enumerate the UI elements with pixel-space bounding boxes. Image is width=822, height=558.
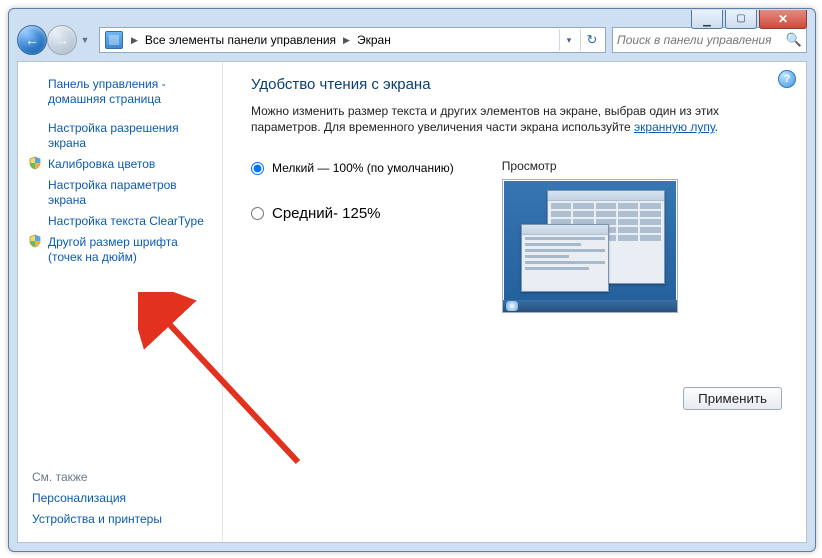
breadcrumb-sep-icon: ▶ (128, 35, 141, 46)
nav-history-dropdown[interactable]: ▼ (77, 30, 93, 50)
help-icon: ? (784, 73, 791, 85)
main-panel: ? Удобство чтения с экрана Можно изменит… (223, 62, 806, 542)
search-icon: 🔍 (786, 32, 802, 48)
scale-label-medium: Средний- 125% (272, 205, 381, 222)
nav-back-button[interactable]: ← (17, 25, 47, 55)
related-personalization[interactable]: Персонализация (32, 488, 210, 509)
scale-option-medium[interactable]: Средний- 125% (251, 205, 454, 222)
minimize-icon: ▁ (703, 17, 711, 27)
maximize-button[interactable]: ▢ (725, 10, 757, 29)
sidebar-home-link[interactable]: Панель управления - домашняя страница (32, 74, 210, 110)
arrow-right-icon: → (55, 32, 69, 48)
scale-label-small: Мелкий — 100% (по умолчанию) (272, 161, 454, 175)
scale-radio-medium[interactable] (251, 207, 264, 220)
related-devices-printers[interactable]: Устройства и принтеры (32, 509, 210, 530)
chevron-down-icon: ▼ (81, 35, 90, 45)
sidebar-item-display-settings[interactable]: Настройка параметров экрана (32, 175, 210, 211)
apply-button[interactable]: Применить (683, 387, 782, 410)
breadcrumb-item[interactable]: Все элементы панели управления (143, 33, 338, 47)
arrow-left-icon: ← (25, 32, 39, 48)
close-button[interactable]: ✕ (759, 10, 807, 29)
maximize-icon: ▢ (736, 14, 745, 24)
shield-icon (28, 234, 42, 248)
sidebar-item-resolution[interactable]: Настройка разрешения экрана (32, 118, 210, 154)
breadcrumb-item[interactable]: Экран (355, 33, 393, 47)
scale-radio-small[interactable] (251, 162, 264, 175)
close-icon: ✕ (778, 13, 788, 25)
sidebar-item-dpi[interactable]: Другой размер шрифта (точек на дюйм) (32, 232, 210, 268)
refresh-icon: ↻ (587, 32, 598, 48)
shield-icon (28, 156, 42, 170)
sidebar-item-cleartype[interactable]: Настройка текста ClearType (32, 211, 210, 232)
nav-forward-button[interactable]: → (47, 25, 77, 55)
control-panel-icon (105, 31, 123, 49)
sidebar: Панель управления - домашняя страница На… (18, 62, 223, 542)
magnifier-link[interactable]: экранную лупу (634, 120, 715, 134)
help-button[interactable]: ? (778, 70, 796, 88)
page-title: Удобство чтения с экрана (251, 76, 786, 93)
scale-option-small[interactable]: Мелкий — 100% (по умолчанию) (251, 161, 454, 175)
page-description: Можно изменить размер текста и других эл… (251, 103, 786, 135)
minimize-button[interactable]: ▁ (691, 10, 723, 29)
see-also-heading: См. также (32, 466, 210, 488)
address-dropdown[interactable]: ▾ (559, 29, 578, 51)
search-placeholder: Поиск в панели управления (617, 33, 772, 47)
address-bar[interactable]: ▶ Все элементы панели управления ▶ Экран… (99, 27, 606, 53)
preview-label: Просмотр (502, 159, 678, 173)
refresh-button[interactable]: ↻ (580, 29, 603, 51)
sidebar-item-calibration[interactable]: Калибровка цветов (32, 154, 210, 175)
breadcrumb-sep-icon: ▶ (340, 35, 353, 46)
preview-image (502, 179, 678, 313)
search-input[interactable]: Поиск в панели управления 🔍 (612, 27, 807, 53)
